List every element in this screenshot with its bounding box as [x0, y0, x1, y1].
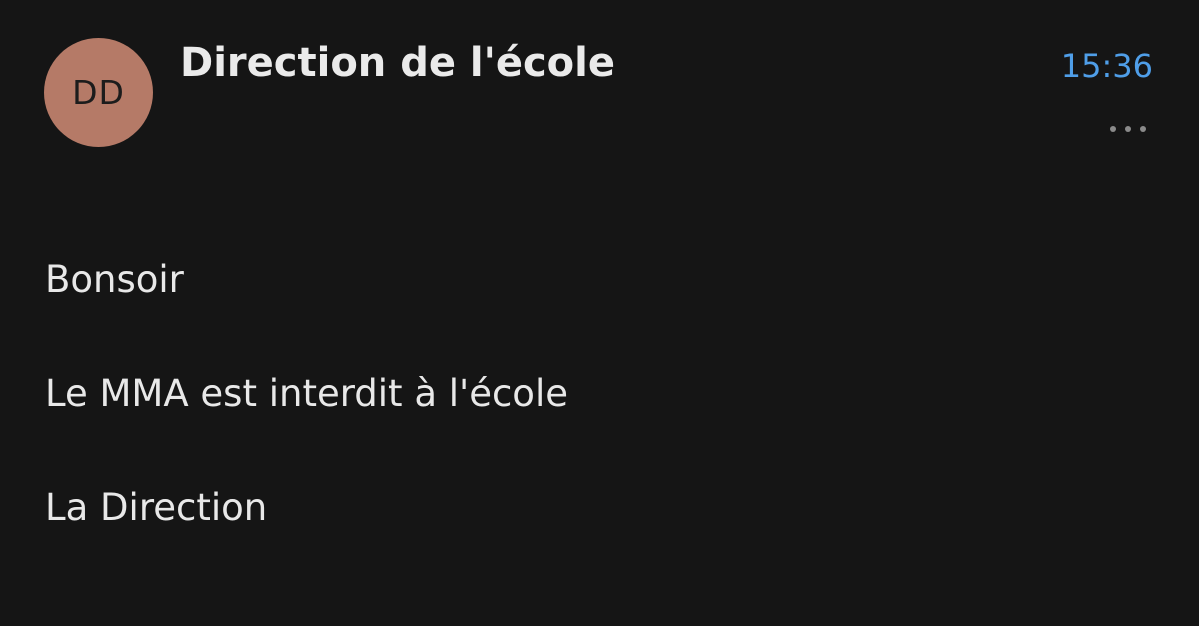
dot: [1140, 126, 1146, 132]
avatar-initials: DD: [72, 73, 125, 112]
message-body-line: Bonsoir: [45, 258, 184, 301]
more-options-icon[interactable]: [1110, 124, 1146, 134]
avatar[interactable]: DD: [44, 38, 153, 147]
dot: [1110, 126, 1116, 132]
message-signature: La Direction: [45, 486, 268, 529]
sender-name: Direction de l'école: [180, 40, 615, 86]
message-body-line: Le MMA est interdit à l'école: [45, 372, 568, 415]
message-view: DD Direction de l'école 15:36 Bonsoir Le…: [0, 0, 1199, 626]
dot: [1125, 126, 1131, 132]
message-time: 15:36: [1060, 47, 1153, 85]
